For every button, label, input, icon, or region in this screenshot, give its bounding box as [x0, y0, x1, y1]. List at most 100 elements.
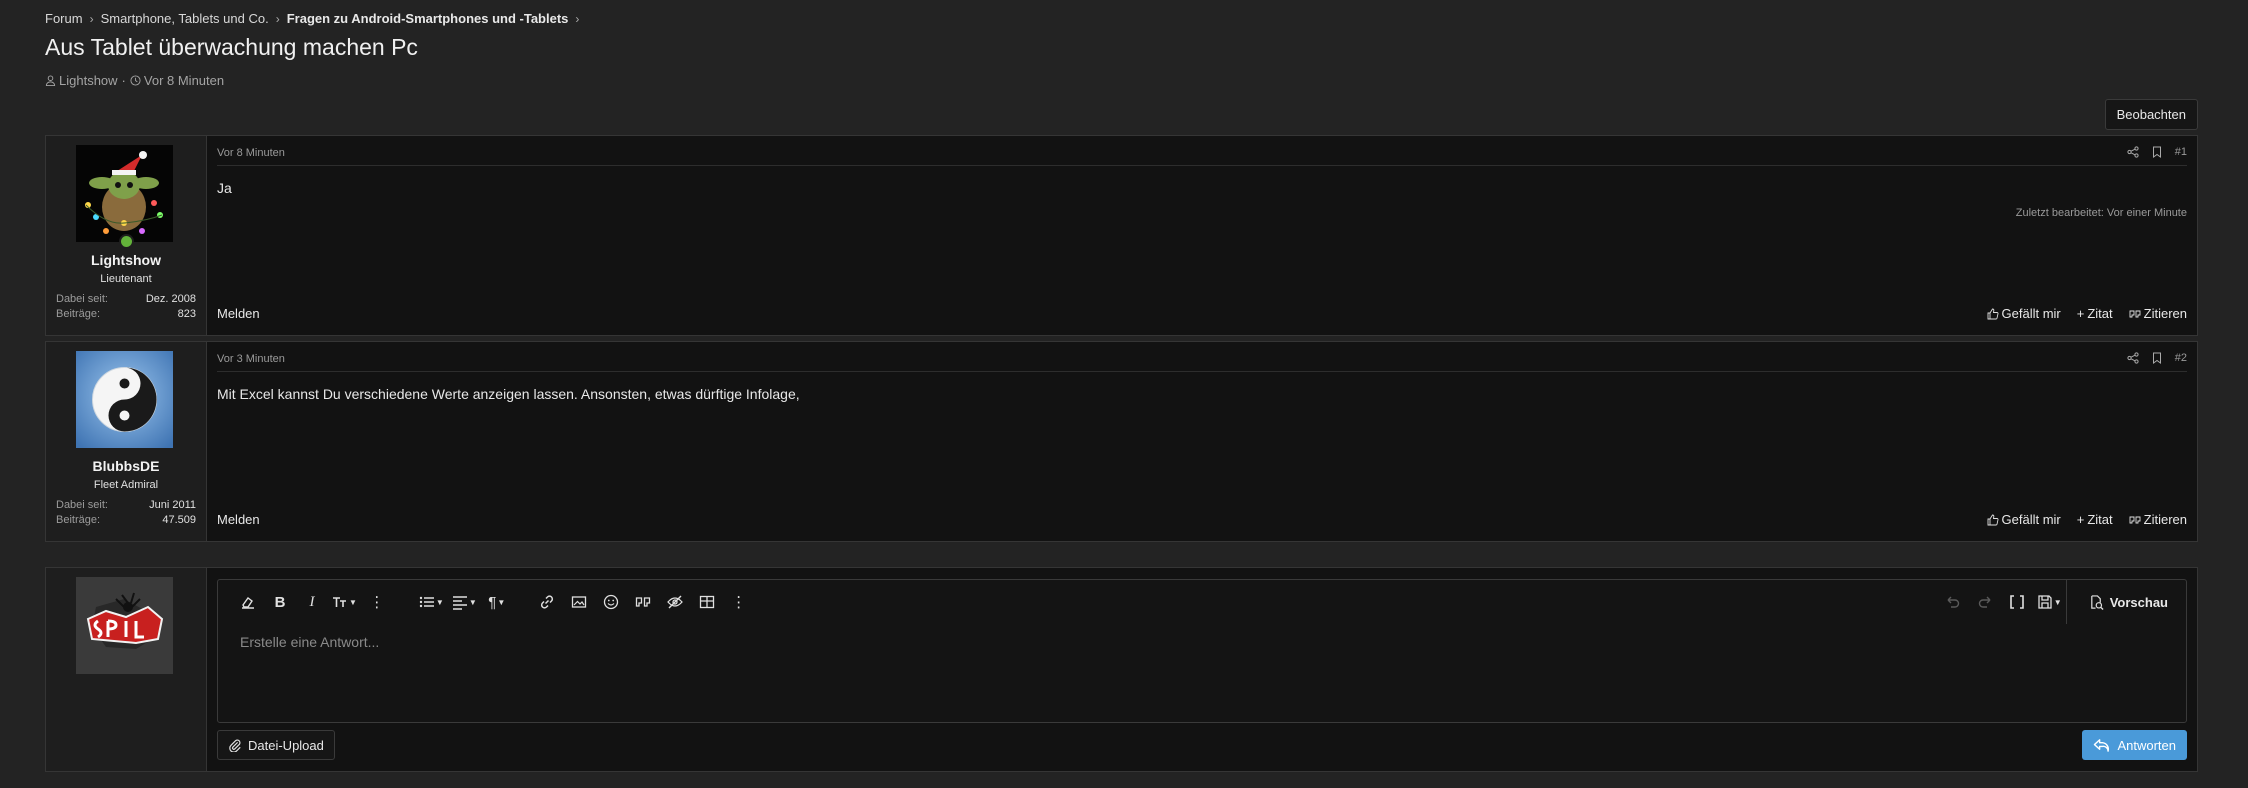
- avatar[interactable]: [76, 145, 173, 242]
- post-user-cell: BlubbsDE Fleet Admiral Dabei seit: Juni 2…: [46, 342, 207, 541]
- clock-icon: [130, 75, 141, 86]
- toolbar-right: ▼ Vorschau: [1937, 580, 2186, 624]
- post-number[interactable]: #2: [2175, 352, 2187, 364]
- plus-icon: +: [2076, 306, 2085, 321]
- preview-icon: [2090, 594, 2104, 610]
- joined-value: Juni 2011: [149, 499, 196, 511]
- italic-icon[interactable]: I: [300, 590, 324, 614]
- quote-marks-icon: [2129, 310, 2141, 317]
- post: BlubbsDE Fleet Admiral Dabei seit: Juni 2…: [45, 341, 2198, 542]
- redo-icon[interactable]: [1973, 590, 1997, 614]
- meta-separator: ·: [121, 73, 126, 88]
- post-body: Mit Excel kannst Du verschiedene Werte a…: [217, 386, 800, 402]
- spoiler-icon[interactable]: [663, 590, 687, 614]
- plus-icon: +: [2076, 512, 2085, 527]
- like-label: Gefällt mir: [2001, 306, 2061, 321]
- user-stats: Dabei seit: Juni 2011 Beiträge: 47.509: [56, 499, 196, 529]
- toolbar-group-paragraph: ▼ ▼ ¶ ▼: [415, 590, 513, 614]
- breadcrumb-forum[interactable]: Forum: [45, 11, 83, 26]
- post-main: Vor 3 Minuten #2 Mit Excel kannst Du ver…: [207, 342, 2197, 541]
- post-count-label: Beiträge:: [56, 308, 101, 320]
- thread-author[interactable]: Lightshow: [59, 73, 118, 88]
- image-icon[interactable]: [567, 590, 591, 614]
- align-icon[interactable]: ▼: [452, 590, 477, 614]
- post-tools: #1: [2127, 143, 2187, 158]
- post-header: Vor 3 Minuten #2: [217, 342, 2187, 372]
- post-count-label: Beiträge:: [56, 514, 101, 526]
- last-edit-note: Zuletzt bearbeitet: Vor einer Minute: [2015, 207, 2187, 219]
- joined-label: Dabei seit:: [56, 293, 108, 305]
- toolbar-group-text: B I ▼ ⋮: [232, 590, 393, 614]
- post-footer: Melden Gefällt mir + Zitat Zitieren: [217, 306, 2187, 321]
- post-usertitle: Lieutenant: [100, 273, 152, 285]
- report-link[interactable]: Melden: [217, 306, 260, 321]
- list-icon[interactable]: ▼: [419, 590, 444, 614]
- post-body: Ja: [217, 180, 232, 196]
- reply-quote-button[interactable]: Zitieren: [2129, 512, 2187, 527]
- quote-button[interactable]: + Zitat: [2077, 512, 2113, 527]
- reply-quote-label: Zitieren: [2143, 306, 2187, 321]
- watch-button[interactable]: Beobachten: [2104, 99, 2198, 130]
- thread-meta: Lightshow · Vor 8 Minuten: [45, 73, 224, 88]
- thumbs-up-icon: [1987, 308, 1998, 319]
- submit-reply-button[interactable]: Antworten: [2082, 730, 2187, 760]
- quote-marks-icon: [2129, 516, 2141, 523]
- chevron-right-icon: ›: [89, 11, 94, 26]
- thumbs-up-icon: [1987, 514, 1998, 525]
- clear-format-icon[interactable]: [236, 590, 260, 614]
- post-main: Vor 8 Minuten #1 Ja Zuletzt bearbeitet: …: [207, 136, 2197, 335]
- reply-input[interactable]: Erstelle eine Antwort...: [240, 634, 379, 650]
- drafts-icon[interactable]: ▼: [2037, 590, 2062, 614]
- quote-label: Zitat: [2087, 306, 2113, 321]
- post-username[interactable]: BlubbsDE: [46, 458, 206, 474]
- like-label: Gefällt mir: [2001, 512, 2061, 527]
- breadcrumb: Forum › Smartphone, Tablets und Co. › Fr…: [45, 11, 586, 26]
- bbcode-toggle-icon[interactable]: [2005, 590, 2029, 614]
- more-vertical-icon[interactable]: ⋮: [727, 590, 751, 614]
- post-username[interactable]: Lightshow: [46, 252, 206, 268]
- toolbar-group-insert: ⋮: [531, 590, 755, 614]
- post-actions: Gefällt mir + Zitat Zitieren: [1987, 306, 2187, 321]
- quote-label: Zitat: [2087, 512, 2113, 527]
- post-user-cell: [46, 568, 207, 771]
- post-count-value: 47.509: [162, 514, 196, 526]
- share-icon[interactable]: [2127, 146, 2139, 158]
- font-size-icon[interactable]: ▼: [332, 590, 357, 614]
- table-icon[interactable]: [695, 590, 719, 614]
- share-icon[interactable]: [2127, 352, 2139, 364]
- thread-age[interactable]: Vor 8 Minuten: [144, 73, 224, 88]
- reply-icon: [2094, 738, 2110, 752]
- joined-label: Dabei seit:: [56, 499, 108, 511]
- more-vertical-icon[interactable]: ⋮: [365, 590, 389, 614]
- file-upload-button[interactable]: Datei-Upload: [217, 730, 335, 760]
- post-count-value: 823: [177, 308, 196, 320]
- post-date[interactable]: Vor 3 Minuten: [217, 348, 285, 365]
- quote-icon[interactable]: [631, 590, 655, 614]
- like-button[interactable]: Gefällt mir: [1987, 306, 2061, 321]
- reply-editor-block: B I ▼ ⋮ ▼ ▼ ¶ ▼ ⋮ ▼ Vorschau Erstelle ei…: [45, 567, 2198, 772]
- undo-icon[interactable]: [1941, 590, 1965, 614]
- link-icon[interactable]: [535, 590, 559, 614]
- breadcrumb-android-questions[interactable]: Fragen zu Android-Smartphones und -Table…: [287, 11, 569, 26]
- submit-reply-label: Antworten: [2117, 737, 2176, 753]
- user-stats: Dabei seit: Dez. 2008 Beiträge: 823: [56, 293, 196, 323]
- bold-icon[interactable]: B: [268, 590, 292, 614]
- avatar[interactable]: [76, 577, 173, 674]
- bookmark-icon[interactable]: [2151, 146, 2163, 158]
- post-actions: Gefällt mir + Zitat Zitieren: [1987, 512, 2187, 527]
- bookmark-icon[interactable]: [2151, 352, 2163, 364]
- paragraph-icon[interactable]: ¶ ▼: [485, 590, 509, 614]
- post-date[interactable]: Vor 8 Minuten: [217, 142, 285, 159]
- post-footer: Melden Gefällt mir + Zitat Zitieren: [217, 512, 2187, 527]
- preview-button[interactable]: Vorschau: [2065, 580, 2186, 624]
- reply-quote-button[interactable]: Zitieren: [2129, 306, 2187, 321]
- post-header: Vor 8 Minuten #1: [217, 136, 2187, 166]
- reply-quote-label: Zitieren: [2143, 512, 2187, 527]
- post-number[interactable]: #1: [2175, 146, 2187, 158]
- quote-button[interactable]: + Zitat: [2077, 306, 2113, 321]
- smiley-icon[interactable]: [599, 590, 623, 614]
- breadcrumb-smartphone-tablets[interactable]: Smartphone, Tablets und Co.: [101, 11, 269, 26]
- avatar[interactable]: [76, 351, 173, 448]
- like-button[interactable]: Gefällt mir: [1987, 512, 2061, 527]
- report-link[interactable]: Melden: [217, 512, 260, 527]
